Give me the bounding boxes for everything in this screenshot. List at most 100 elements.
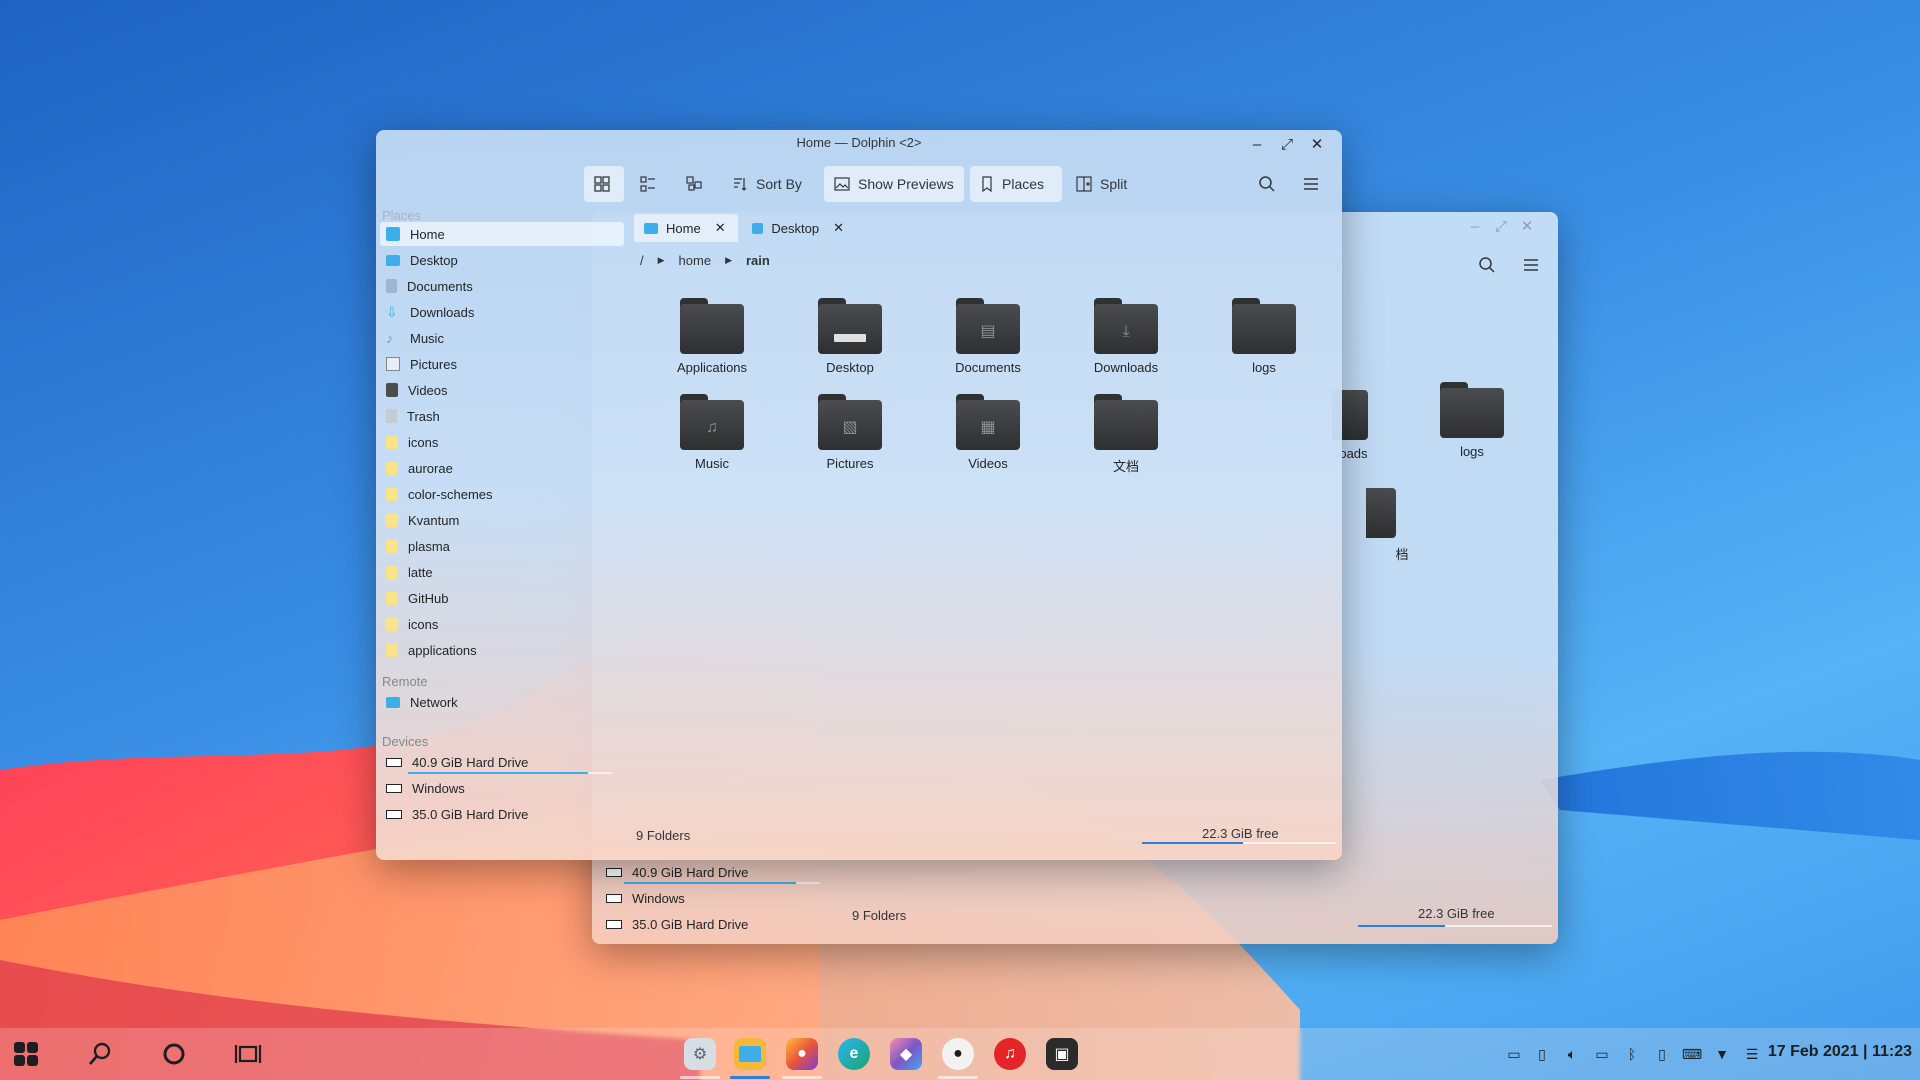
store-bag-icon: ◆	[899, 1046, 913, 1063]
start-menu-icon	[14, 1042, 38, 1066]
app-discover[interactable]: ◆	[890, 1038, 922, 1070]
sidebar-item-network[interactable]: Network	[380, 690, 624, 714]
battery-icon[interactable]: ▭	[1592, 1044, 1612, 1064]
tab-home[interactable]: Home ✕	[634, 214, 738, 242]
home-folder-icon	[644, 222, 658, 234]
sort-by-button[interactable]: Sort By	[722, 166, 822, 202]
devices-header: Devices	[382, 734, 429, 749]
app-store[interactable]: ▣	[1046, 1038, 1078, 1070]
show-previews-button[interactable]: Show Previews	[824, 166, 964, 202]
folder-icon	[1366, 482, 1396, 538]
places-button[interactable]: Places	[970, 166, 1062, 202]
app-settings[interactable]: ⚙	[684, 1038, 716, 1070]
details-view-button[interactable]	[676, 166, 716, 202]
close-icon[interactable]: ✕	[1308, 136, 1326, 154]
sidebar-device-drive-1[interactable]: 40.9 GiB Hard Drive	[600, 860, 830, 884]
sidebar-item-downloads[interactable]: ⇩ Downloads	[380, 300, 624, 324]
compact-view-icon	[640, 176, 655, 192]
close-tab-icon[interactable]: ✕	[715, 220, 726, 236]
compact-view-button[interactable]	[630, 166, 670, 202]
breadcrumb-current[interactable]: rain	[746, 253, 770, 268]
folder-item-wendang[interactable]: 文档	[1066, 394, 1186, 475]
sidebar-item-aurorae[interactable]: aurorae	[380, 456, 624, 480]
dolphin-window[interactable]: Home — Dolphin <2> – ⤢ ✕ Sort By Show Pr…	[376, 130, 1342, 860]
sidebar-item-color-schemes[interactable]: color-schemes	[380, 482, 624, 506]
tab-desktop[interactable]: Desktop ✕	[742, 214, 854, 242]
music-app-icon: ♫	[1004, 1045, 1016, 1062]
sidebar-device-drive-2[interactable]: 35.0 GiB Hard Drive	[600, 912, 830, 936]
breadcrumb-home[interactable]: home	[679, 253, 712, 268]
chat-icon[interactable]: ▭	[1504, 1044, 1524, 1064]
sidebar-device-windows[interactable]: Windows	[380, 776, 624, 800]
close-tab-icon[interactable]: ✕	[833, 220, 844, 236]
split-button[interactable]: Split	[1066, 166, 1144, 202]
app-edge[interactable]: e	[838, 1038, 870, 1070]
sidebar-item-pictures[interactable]: Pictures	[380, 352, 624, 376]
sidebar-item-trash[interactable]: Trash	[380, 404, 624, 428]
sidebar-item-home[interactable]: Home	[380, 222, 624, 246]
sidebar-device-drive-1[interactable]: 40.9 GiB Hard Drive	[380, 750, 624, 774]
document-icon	[386, 279, 397, 293]
search-button[interactable]	[1248, 166, 1284, 202]
clipboard-icon[interactable]: ▯	[1532, 1044, 1552, 1064]
folder-item-music[interactable]: ♫ Music	[652, 394, 772, 471]
sidebar-item-documents[interactable]: Documents	[380, 274, 624, 298]
start-menu-button[interactable]	[8, 1036, 44, 1072]
maximize-icon[interactable]: ⤢	[1492, 218, 1510, 236]
sidebar-item-icons[interactable]: icons	[380, 430, 624, 454]
folder-item-logs[interactable]: logs	[1204, 298, 1324, 375]
icons-view-button[interactable]	[584, 166, 624, 202]
app-netease-music[interactable]: ♫	[994, 1038, 1026, 1070]
app-github[interactable]: ●	[942, 1038, 974, 1070]
sidebar-device-windows[interactable]: Windows	[600, 886, 830, 910]
sidebar-item-kvantum[interactable]: Kvantum	[380, 508, 624, 532]
folder-item-videos[interactable]: ▦ Videos	[928, 394, 1048, 471]
chevron-right-icon[interactable]: ▶	[658, 255, 665, 266]
breadcrumb-root[interactable]: /	[640, 253, 644, 268]
clock[interactable]: 17 Feb 2021 | 11:23	[1768, 1043, 1912, 1061]
folder-item[interactable]: logs	[1412, 382, 1532, 459]
phone-icon[interactable]: ▯	[1652, 1044, 1672, 1064]
search-icon	[1259, 176, 1275, 192]
minimize-icon[interactable]: –	[1466, 218, 1484, 236]
window-title: Home — Dolphin <2>	[796, 135, 922, 150]
sidebar-item-latte[interactable]: latte	[380, 560, 624, 584]
notifications-list-icon[interactable]: ☰	[1742, 1044, 1762, 1064]
folder-item-documents[interactable]: ▤ Documents	[928, 298, 1048, 375]
hamburger-menu-icon[interactable]	[1522, 256, 1540, 277]
close-icon[interactable]: ✕	[1518, 218, 1536, 236]
search-button[interactable]	[82, 1036, 118, 1072]
keyboard-icon[interactable]: ⌨	[1682, 1044, 1702, 1064]
sort-icon	[734, 178, 747, 191]
app-firefox[interactable]: ●	[786, 1038, 818, 1070]
task-view-button[interactable]	[230, 1036, 266, 1072]
sidebar-item-music[interactable]: ♪ Music	[380, 326, 624, 350]
gear-icon: ⚙	[692, 1046, 708, 1063]
firefox-icon: ●	[797, 1045, 807, 1062]
maximize-icon[interactable]: ⤢	[1278, 136, 1296, 154]
pictures-folder-icon: ▧	[818, 394, 882, 450]
minimize-icon[interactable]: –	[1248, 136, 1266, 154]
assistant-button[interactable]	[156, 1036, 192, 1072]
volume-icon[interactable]: 🔈︎	[1562, 1044, 1582, 1064]
sidebar-item-icons-2[interactable]: icons	[380, 612, 624, 636]
folder-count-status: 9 Folders	[636, 828, 691, 843]
folder-item-desktop[interactable]: Desktop	[790, 298, 910, 375]
app-dolphin[interactable]	[734, 1038, 766, 1070]
search-icon[interactable]	[1478, 256, 1496, 277]
sidebar-item-github[interactable]: GitHub	[380, 586, 624, 610]
chevron-right-icon[interactable]: ▶	[725, 255, 732, 266]
wifi-icon[interactable]: ▼	[1712, 1044, 1732, 1064]
places-header: Places	[382, 208, 422, 223]
hamburger-menu-button[interactable]	[1292, 166, 1328, 202]
sidebar-item-applications[interactable]: applications	[380, 638, 624, 662]
bluetooth-icon[interactable]: ᛒ	[1622, 1044, 1642, 1064]
sidebar-device-drive-2[interactable]: 35.0 GiB Hard Drive	[380, 802, 624, 826]
sidebar-item-desktop[interactable]: Desktop	[380, 248, 624, 272]
sidebar-item-plasma[interactable]: plasma	[380, 534, 624, 558]
sidebar-item-videos[interactable]: Videos	[380, 378, 624, 402]
folder-item-applications[interactable]: Applications	[652, 298, 772, 375]
folder-item-pictures[interactable]: ▧ Pictures	[790, 394, 910, 471]
folder-item-downloads[interactable]: ⤓ Downloads	[1066, 298, 1186, 375]
taskbar: ⚙ ● e ◆ ● ♫ ▣ ▭ ▯ 🔈︎ ▭ ᛒ ▯ ⌨ ▼ ☰ 17 Feb …	[0, 1028, 1920, 1080]
